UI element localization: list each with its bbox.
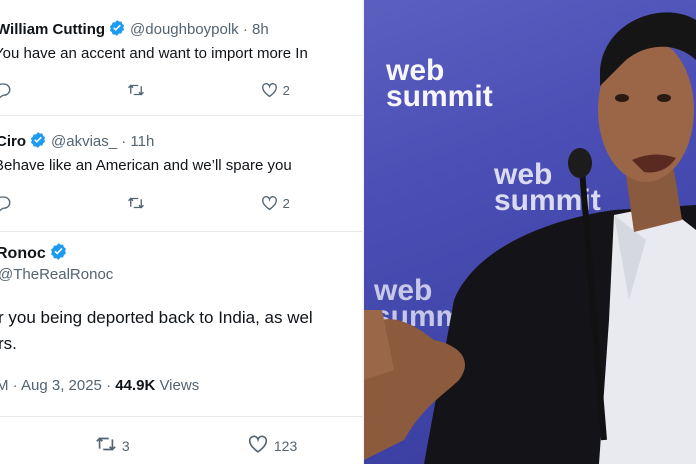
shirt — [599, 205, 696, 464]
retweet-button[interactable]: 3 — [94, 433, 130, 455]
like-count: 123 — [273, 438, 298, 454]
speaker-figure — [364, 12, 696, 464]
tweet-header: Ciro @akvias_ · 11h — [0, 131, 154, 152]
like-button[interactable]: 123 — [246, 433, 297, 455]
tweet-header: William Cutting @doughboypolk · 8h — [0, 19, 269, 40]
tweet-timestamp[interactable]: M · Aug 3, 2025 · — [0, 377, 111, 394]
speaker-photo: web summit web summit web summit — [364, 0, 696, 464]
like-button[interactable]: 2 — [260, 194, 290, 213]
main-tweet[interactable]: Ronoc @TheRealRonoc r you being deported… — [0, 232, 362, 464]
reply-button[interactable] — [0, 81, 12, 100]
author-name[interactable]: Ronoc — [0, 245, 46, 262]
tweet-actions: 2 — [0, 81, 362, 101]
microphone-head — [568, 148, 592, 178]
tweet-text: You have an accent and want to import mo… — [0, 45, 308, 62]
retweet-icon — [96, 437, 116, 451]
heart-icon — [262, 83, 277, 98]
author-name[interactable]: Ciro — [0, 133, 26, 150]
retweet-count: 3 — [121, 438, 130, 454]
reply-tweet-2[interactable]: Ciro @akvias_ · 11h Behave like an Americ… — [0, 116, 362, 230]
view-count: 44.9K — [115, 377, 156, 394]
author-name[interactable]: William Cutting — [0, 21, 105, 38]
tweet-meta: M · Aug 3, 2025 · 44.9K Views — [0, 377, 199, 394]
tweet-text: Behave like an American and we’ll spare … — [0, 157, 292, 174]
heart-icon — [248, 435, 268, 453]
reply-button[interactable] — [0, 194, 12, 213]
like-count: 2 — [282, 196, 290, 211]
author-handle[interactable]: @akvias_ — [51, 133, 117, 150]
retweet-icon — [128, 84, 144, 96]
reply-icon — [0, 83, 11, 99]
like-count: 2 — [282, 83, 290, 98]
heart-icon — [262, 196, 277, 211]
tweet-text-line-2: rs. — [0, 334, 17, 353]
tweet-actions: 2 — [0, 194, 362, 214]
verified-badge-icon — [109, 20, 125, 36]
verified-badge-icon — [30, 132, 46, 148]
tweet-actions: 3 123 — [0, 433, 362, 455]
verified-badge-icon — [50, 243, 66, 260]
divider — [0, 416, 362, 417]
retweet-button[interactable] — [126, 194, 146, 213]
retweet-icon — [128, 197, 144, 209]
tweet-replies-panel: William Cutting @doughboypolk · 8h You ha… — [0, 0, 362, 464]
like-button[interactable]: 2 — [260, 81, 290, 100]
views-label: Views — [159, 377, 200, 394]
tweet-time[interactable]: · 11h — [121, 133, 154, 150]
reply-tweet-1[interactable]: William Cutting @doughboypolk · 8h You ha… — [0, 0, 362, 115]
retweet-button[interactable] — [126, 81, 146, 100]
tweet-text-line-1: r you being deported back to India, as w… — [0, 308, 313, 327]
tweet-header: Ronoc — [0, 242, 72, 264]
author-handle[interactable]: @doughboypolk — [130, 21, 239, 38]
author-handle[interactable]: @TheRealRonoc — [0, 265, 113, 285]
reply-icon — [0, 196, 11, 212]
tweet-time[interactable]: · 8h — [243, 21, 269, 38]
